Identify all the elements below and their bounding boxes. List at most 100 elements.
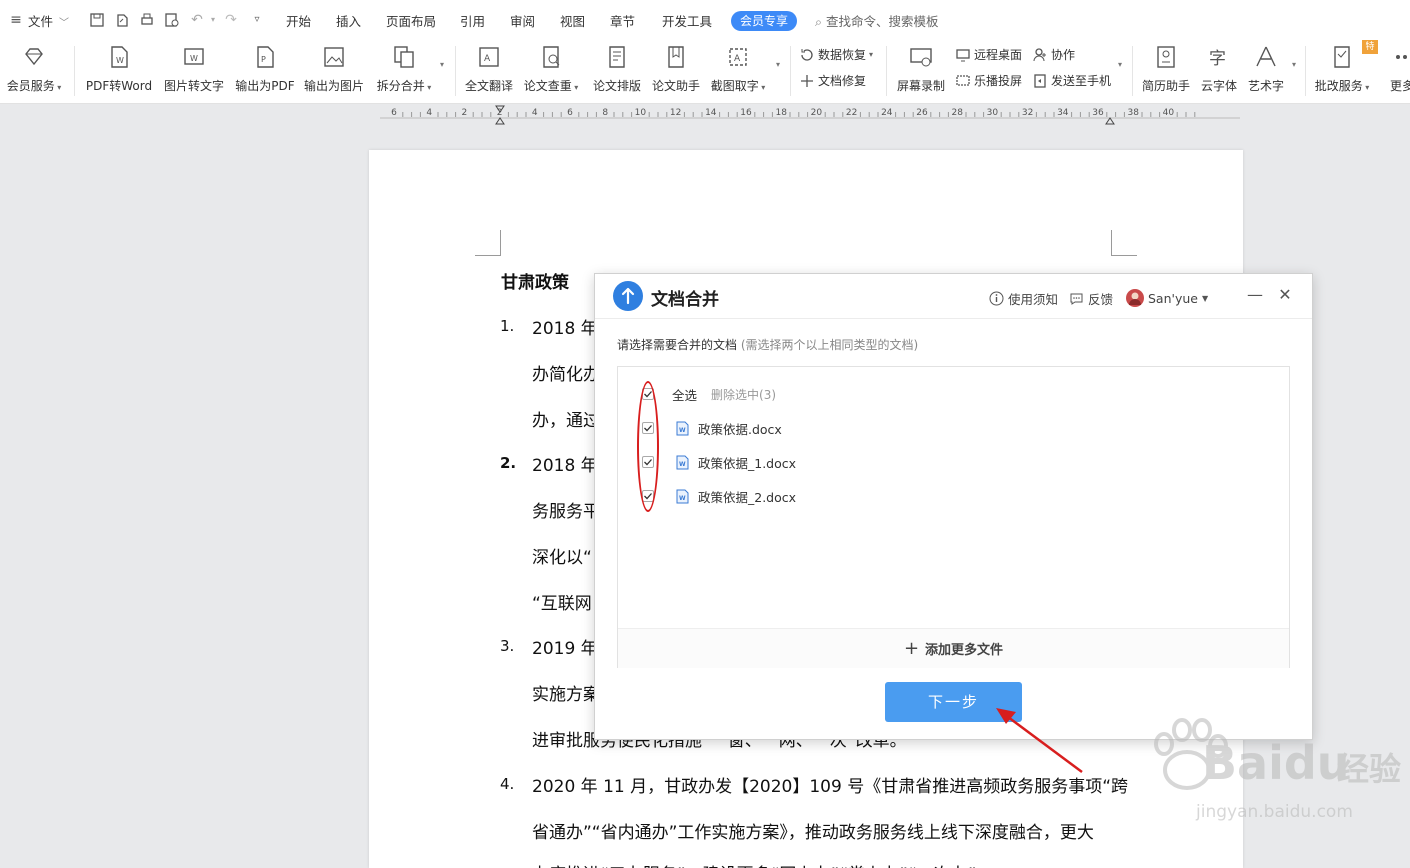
- ruler-tick-label: 22: [846, 108, 857, 118]
- instruction-text: 请选择需要合并的文档 (需选择两个以上相同类型的文档): [617, 336, 918, 353]
- full-translate-label: 全文翻译: [464, 79, 513, 93]
- undo-dropdown-icon[interactable]: ▾: [205, 12, 221, 28]
- tab-vip[interactable]: 会员专享: [731, 11, 797, 31]
- diamond-icon: [25, 48, 43, 66]
- more-dropdown-icon[interactable]: ▾: [1118, 60, 1122, 69]
- file-item[interactable]: W 政策依据_1.docx: [642, 452, 796, 472]
- feedback-link[interactable]: 反馈: [1069, 289, 1113, 308]
- remote-desktop-icon: [956, 48, 970, 61]
- ruler-tick-label: 26: [916, 108, 928, 118]
- remote-desktop-button[interactable]: 远程桌面: [955, 46, 1022, 63]
- cast-screen-icon: [956, 74, 970, 86]
- cloud-font-button[interactable]: 字 云字体: [1198, 42, 1240, 98]
- split-merge-button[interactable]: 拆分合并 ▾: [374, 42, 434, 98]
- merge-logo-icon: [613, 281, 643, 311]
- more-dropdown-icon[interactable]: ▾: [776, 60, 780, 69]
- svg-text:A: A: [484, 54, 491, 64]
- more-dropdown-icon[interactable]: ▾: [440, 60, 444, 69]
- export-icon[interactable]: [114, 12, 130, 28]
- ruler-tick-label: 32: [1022, 108, 1033, 118]
- list-number: 1.: [500, 317, 515, 335]
- screen-record-button[interactable]: 屏幕录制: [895, 42, 947, 98]
- doc-repair-button[interactable]: 文档修复: [799, 72, 866, 89]
- tab-developer[interactable]: 开发工具: [662, 11, 712, 30]
- save-icon[interactable]: [89, 12, 105, 28]
- separator: [455, 46, 456, 96]
- add-more-files-button[interactable]: + 添加更多文件: [618, 628, 1289, 668]
- tab-references[interactable]: 引用: [460, 11, 485, 30]
- screenshot-text-button[interactable]: A 截图取字 ▾: [708, 42, 768, 98]
- collaborate-button[interactable]: 协作: [1032, 46, 1075, 63]
- command-search[interactable]: ⌕ 查找命令、搜索模板: [815, 11, 939, 30]
- separator: [1305, 46, 1306, 96]
- file-menu[interactable]: 文件: [28, 11, 53, 30]
- file-item[interactable]: W 政策依据_2.docx: [642, 486, 796, 506]
- cast-screen-button[interactable]: 乐播投屏: [955, 72, 1022, 89]
- special-badge: 特: [1362, 40, 1378, 54]
- split-merge-icon: [394, 46, 414, 68]
- word-doc-icon: W: [676, 489, 689, 503]
- merge-documents-dialog: 文档合并 使用须知 反馈 San'yue ▼ — ✕ 请选择需要合并的文档 (需…: [594, 273, 1313, 740]
- pdf-to-word-button[interactable]: W PDF转Word: [85, 42, 153, 98]
- paragraph-line: 深化以“: [532, 548, 592, 568]
- data-recovery-label: 数据恢复: [818, 48, 867, 62]
- svg-text:字: 字: [1209, 49, 1226, 69]
- resume-assistant-button[interactable]: 简历助手: [1140, 42, 1192, 98]
- minimize-icon[interactable]: —: [1246, 286, 1264, 304]
- plus-icon: +: [903, 637, 920, 659]
- ruler-tick-label: 38: [1127, 108, 1139, 118]
- avatar: [1126, 289, 1144, 307]
- chevron-down-icon[interactable]: ﹀: [59, 14, 69, 29]
- image-to-text-button[interactable]: W 图片转文字: [163, 42, 225, 98]
- ruler-tick-label: 4: [532, 108, 538, 118]
- document-heading: 甘肃政策: [501, 273, 569, 293]
- help-link[interactable]: 使用须知: [989, 289, 1058, 308]
- customize-toolbar-icon[interactable]: ▿: [249, 12, 265, 28]
- paper-layout-icon: [609, 46, 625, 68]
- send-to-phone-button[interactable]: 发送至手机: [1032, 72, 1111, 89]
- search-placeholder: 查找命令、搜索模板: [826, 14, 939, 29]
- data-recovery-button[interactable]: 数据恢复 ▾: [799, 46, 873, 63]
- paper-check-button[interactable]: 论文查重 ▾: [522, 42, 580, 98]
- annotation-arrow: [996, 708, 1083, 774]
- export-image-button[interactable]: 输出为图片: [303, 42, 365, 98]
- print-icon[interactable]: [139, 12, 155, 28]
- hamburger-menu-icon[interactable]: ≡: [8, 12, 24, 28]
- print-preview-icon[interactable]: [164, 12, 180, 28]
- file-name: 政策依据_1.docx: [698, 455, 797, 471]
- close-icon[interactable]: ✕: [1276, 286, 1294, 304]
- redo-icon[interactable]: ↷: [223, 12, 239, 28]
- cloud-font-label: 云字体: [1200, 79, 1237, 93]
- tab-review[interactable]: 审阅: [510, 11, 535, 30]
- file-item[interactable]: W 政策依据.docx: [642, 418, 782, 438]
- separator: [1132, 46, 1133, 96]
- svg-text:W: W: [116, 56, 124, 65]
- translate-icon: A: [479, 47, 499, 67]
- more-dropdown-icon[interactable]: ▾: [1292, 60, 1296, 69]
- tab-view[interactable]: 视图: [560, 11, 585, 30]
- paper-layout-button[interactable]: 论文排版: [591, 42, 643, 98]
- paper-assistant-button[interactable]: 论文助手: [650, 42, 702, 98]
- user-account-menu[interactable]: San'yue ▼: [1126, 289, 1208, 307]
- more-button[interactable]: 更多: [1390, 42, 1410, 98]
- separator: [790, 46, 791, 96]
- art-text-button[interactable]: 艺术字: [1245, 42, 1287, 98]
- ruler-tick-label: 14: [705, 108, 717, 118]
- full-translate-button[interactable]: A 全文翻译: [463, 42, 515, 98]
- tab-page-layout[interactable]: 页面布局: [386, 11, 436, 30]
- delete-selected-link[interactable]: 删除选中(3): [711, 386, 776, 403]
- select-all-row[interactable]: 全选 删除选中(3): [642, 384, 776, 404]
- right-indent-marker[interactable]: [1105, 117, 1115, 125]
- member-service-button[interactable]: 会员服务 ▾: [5, 42, 63, 98]
- split-merge-label: 拆分合并: [376, 79, 425, 93]
- review-service-label: 批改服务: [1314, 79, 1363, 93]
- more-label: 更多: [1390, 79, 1410, 93]
- member-service-label: 会员服务: [6, 79, 55, 93]
- undo-icon[interactable]: ↶: [189, 12, 205, 28]
- screen-record-label: 屏幕录制: [896, 79, 945, 93]
- tab-home[interactable]: 开始: [286, 11, 311, 30]
- tab-chapter[interactable]: 章节: [610, 11, 635, 30]
- export-pdf-button[interactable]: P 输出为PDF: [234, 42, 296, 98]
- instruction-label: 请选择需要合并的文档: [617, 338, 738, 352]
- tab-insert[interactable]: 插入: [336, 11, 361, 30]
